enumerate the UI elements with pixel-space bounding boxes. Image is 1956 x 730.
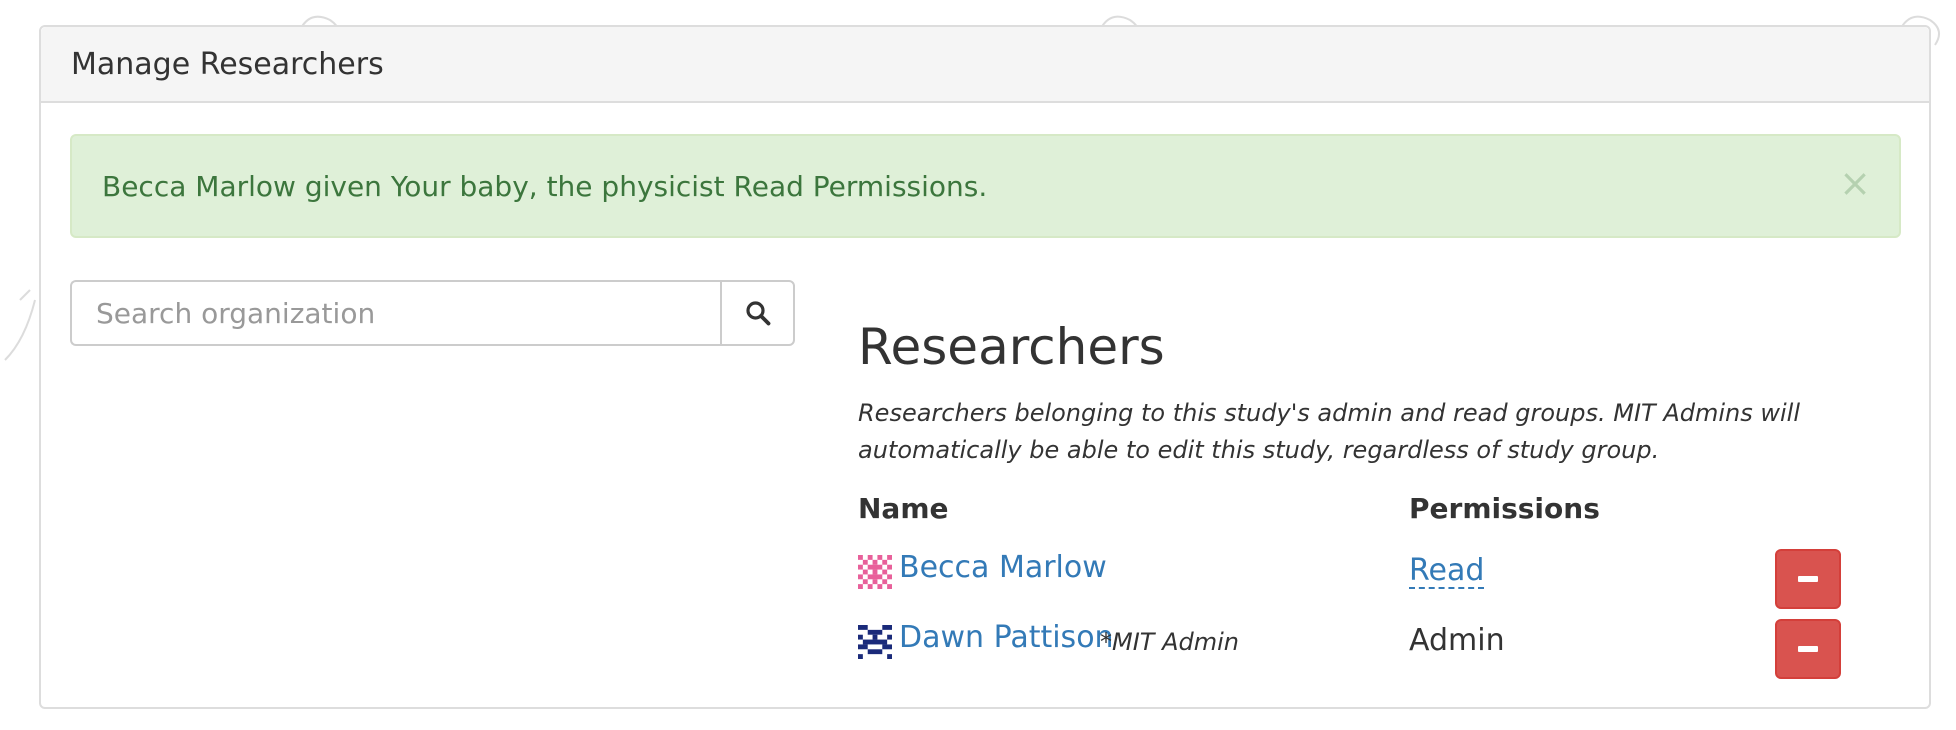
manage-researchers-panel: Manage Researchers Becca Marlow given Yo… (39, 25, 1931, 709)
search-icon (745, 301, 770, 326)
researchers-description: Researchers belonging to this study's ad… (858, 399, 1800, 464)
success-alert: Becca Marlow given Your baby, the physic… (70, 134, 1901, 238)
researcher-name-link[interactable]: Becca Marlow (899, 550, 1107, 585)
remove-researcher-button[interactable] (1775, 549, 1841, 609)
search-organization (70, 280, 795, 346)
close-icon[interactable]: × (1839, 164, 1871, 202)
alert-message: Becca Marlow given Your baby, the physic… (102, 169, 988, 203)
search-button[interactable] (720, 280, 795, 346)
permission-label: Admin (1409, 623, 1505, 658)
avatar (858, 555, 892, 589)
minus-icon (1798, 576, 1818, 582)
researcher-name-link[interactable]: Dawn Pattison (899, 620, 1114, 655)
panel-title: Manage Researchers (41, 27, 1929, 103)
permission-dropdown[interactable]: Read (1409, 555, 1485, 589)
remove-researcher-button[interactable] (1775, 619, 1841, 679)
header-permissions: Permissions (1409, 492, 1600, 525)
avatar (858, 625, 892, 659)
header-name: Name (858, 492, 949, 525)
mit-admin-note: *MIT Admin (1100, 628, 1239, 656)
search-input[interactable] (70, 280, 721, 346)
researchers-title: Researchers (858, 318, 1165, 376)
minus-icon (1798, 646, 1818, 652)
